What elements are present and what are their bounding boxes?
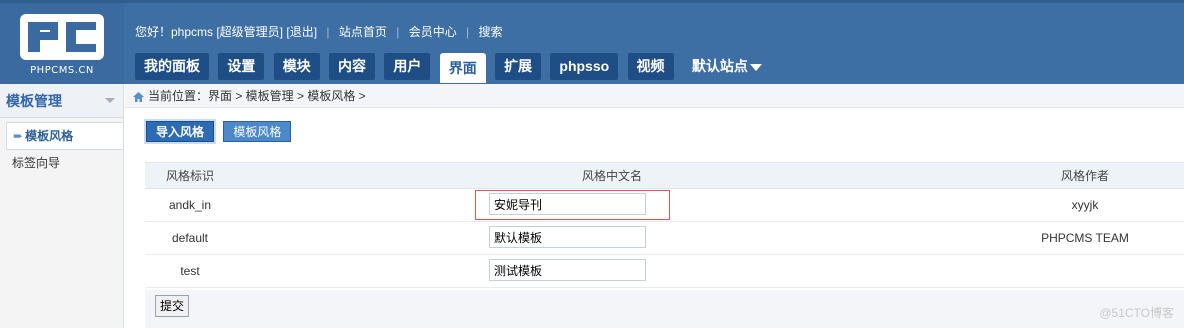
style-id: default bbox=[171, 231, 209, 245]
styles-table: 风格标识 风格中文名 风格作者 andk_in xyyjk default PH… bbox=[145, 162, 1184, 288]
main-nav: 我的面板 设置 模块 内容 用户 界面 扩展 phpsso 视频 默认站点 bbox=[135, 53, 777, 83]
logo[interactable]: PHPCMS.CN bbox=[0, 3, 124, 84]
top-links: 您好！phpcms [超级管理员] [退出] | 站点首页 | 会员中心 | 搜… bbox=[135, 23, 503, 40]
nav-interface[interactable]: 界面 bbox=[439, 53, 486, 83]
main-content: 当前位置：界面 > 模板管理 > 模板风格 > 导入风格 模板风格 风格标识 风… bbox=[125, 84, 1184, 328]
member-center-link[interactable]: 会员中心 bbox=[409, 23, 457, 40]
search-link[interactable]: 搜索 bbox=[479, 23, 503, 40]
nav-modules[interactable]: 模块 bbox=[273, 53, 320, 80]
style-id: andk_in bbox=[168, 198, 212, 212]
divider: | bbox=[466, 25, 470, 39]
nav-users[interactable]: 用户 bbox=[384, 53, 431, 80]
nav-video[interactable]: 视频 bbox=[627, 53, 674, 80]
sidebar-item-label: 标签向导 bbox=[12, 156, 61, 170]
breadcrumb-text: 当前位置：界面 > 模板管理 > 模板风格 > bbox=[148, 89, 366, 103]
table-row: andk_in xyyjk bbox=[145, 189, 1184, 222]
header: PHPCMS.CN 您好！phpcms [超级管理员] [退出] | 站点首页 … bbox=[0, 0, 1184, 84]
sidebar-title[interactable]: 模板管理 bbox=[0, 84, 123, 118]
sidebar-item-tag-wizard[interactable]: 标签向导 bbox=[0, 150, 123, 176]
logo-text: PHPCMS.CN bbox=[30, 65, 94, 76]
submit-button[interactable]: 提交 bbox=[155, 295, 190, 317]
sidebar-item-template-styles[interactable]: ➨ 模板风格 bbox=[6, 122, 123, 150]
template-styles-button[interactable]: 模板风格 bbox=[223, 121, 292, 142]
phpcms-logo-icon bbox=[20, 14, 104, 60]
style-name-input[interactable] bbox=[489, 193, 646, 215]
site-selector-label: 默认站点 bbox=[691, 58, 748, 74]
table-row: test bbox=[145, 255, 1184, 288]
table-row: default PHPCMS TEAM bbox=[145, 222, 1184, 255]
sidebar-item-label: 模板风格 bbox=[25, 129, 74, 143]
style-name-input[interactable] bbox=[489, 226, 646, 248]
style-name-input[interactable] bbox=[489, 259, 646, 281]
nav-settings[interactable]: 设置 bbox=[218, 53, 265, 80]
collapse-icon[interactable] bbox=[105, 98, 115, 103]
column-header-name: 风格中文名 bbox=[581, 169, 642, 183]
column-header-id: 风格标识 bbox=[165, 169, 214, 183]
table-header: 风格标识 风格中文名 风格作者 bbox=[145, 162, 1184, 189]
arrow-right-icon: ➨ bbox=[13, 129, 24, 143]
greeting-text: 您好！phpcms [超级管理员] bbox=[135, 25, 284, 39]
style-author: PHPCMS TEAM bbox=[1041, 231, 1129, 245]
column-header-author: 风格作者 bbox=[1060, 169, 1109, 183]
logout-link[interactable]: [退出] bbox=[286, 23, 317, 40]
breadcrumb: 当前位置：界面 > 模板管理 > 模板风格 > bbox=[125, 84, 1184, 108]
divider: | bbox=[326, 25, 330, 39]
import-style-button[interactable]: 导入风格 bbox=[146, 121, 215, 142]
nav-extensions[interactable]: 扩展 bbox=[495, 53, 542, 80]
action-buttons: 导入风格 模板风格 bbox=[146, 121, 297, 142]
site-home-link[interactable]: 站点首页 bbox=[339, 23, 387, 40]
nav-phpsso[interactable]: phpsso bbox=[550, 53, 619, 80]
sidebar-title-label: 模板管理 bbox=[6, 93, 62, 109]
submit-bar: 提交 bbox=[145, 290, 1184, 328]
style-author: xyyjk bbox=[1071, 198, 1099, 212]
home-icon bbox=[133, 91, 144, 102]
nav-my-panel[interactable]: 我的面板 bbox=[135, 53, 209, 80]
site-selector[interactable]: 默认站点 bbox=[683, 53, 771, 80]
style-id: test bbox=[180, 264, 200, 278]
sidebar: 模板管理 ➨ 模板风格 标签向导 bbox=[0, 84, 124, 328]
watermark: @51CTO博客 bbox=[1099, 306, 1174, 320]
divider: | bbox=[396, 25, 400, 39]
caret-down-icon bbox=[749, 63, 762, 71]
nav-content[interactable]: 内容 bbox=[329, 53, 376, 80]
